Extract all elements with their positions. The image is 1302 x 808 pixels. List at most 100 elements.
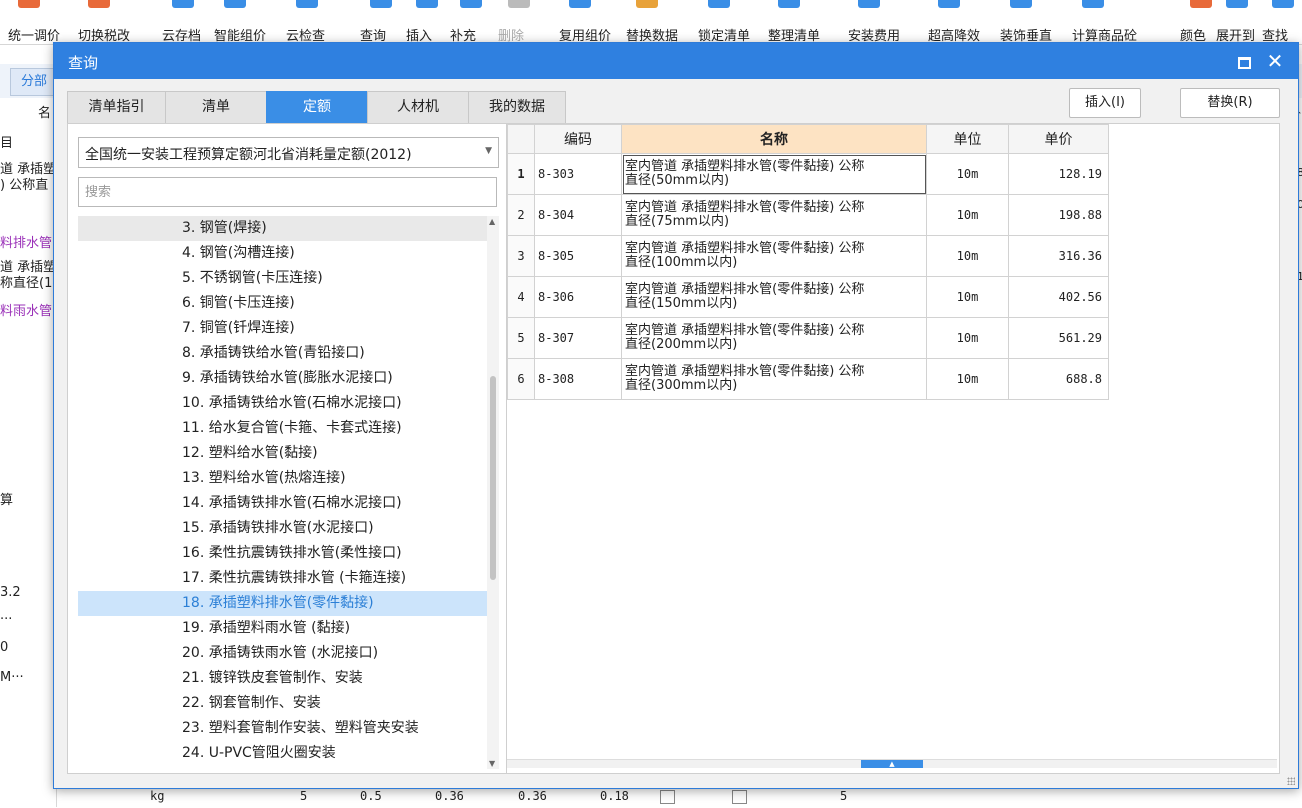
tree-item[interactable]: 23. 塑料套管制作安装、塑料管夹安装 (78, 716, 487, 741)
tab-5[interactable]: 我的数据 (468, 91, 566, 124)
quota-code-cell[interactable]: 8-304 (534, 194, 622, 236)
quota-price-cell[interactable]: 198.88 (1008, 194, 1109, 236)
row-number: 3 (507, 235, 535, 277)
scroll-up-icon[interactable]: ▲ (489, 217, 495, 226)
quota-name-line1: 室内管道 承插塑料排水管(零件黏接) 公称 (625, 364, 865, 379)
tree-item[interactable]: 12. 塑料给水管(黏接) (78, 441, 487, 466)
quota-price-cell[interactable]: 128.19 (1008, 153, 1109, 195)
tree-item[interactable]: 9. 承插铸铁给水管(膨胀水泥接口) (78, 366, 487, 391)
quota-name-cell[interactable]: 室内管道 承插塑料排水管(零件黏接) 公称 直径(300mm以内) (621, 358, 927, 400)
table-row[interactable]: 3 8-305 室内管道 承插塑料排水管(零件黏接) 公称 直径(100mm以内) 10… (507, 235, 1109, 277)
toolbar-icon-16 (1010, 0, 1032, 8)
insert-button[interactable]: 插入(I) (1069, 88, 1141, 118)
tree-item[interactable]: 18. 承插塑料排水管(零件黏接) (78, 591, 487, 616)
row-number: 5 (507, 317, 535, 359)
tree-item[interactable]: 22. 钢套管制作、安装 (78, 691, 487, 716)
quota-code-cell[interactable]: 8-305 (534, 235, 622, 277)
tree-item[interactable]: 16. 柔性抗震铸铁排水管(柔性接口) (78, 541, 487, 566)
quota-unit-cell[interactable]: 10m (926, 358, 1009, 400)
quota-name-line2: 直径(300mm以内) (625, 378, 738, 393)
column-header-price[interactable]: 单价 (1008, 124, 1109, 154)
tree-item[interactable]: 6. 铜管(卡压连接) (78, 291, 487, 316)
quota-price-cell[interactable]: 402.56 (1008, 276, 1109, 318)
quota-price-cell[interactable]: 561.29 (1008, 317, 1109, 359)
tree-item[interactable]: 3. 钢管(焊接) (78, 216, 487, 241)
quota-unit-cell[interactable]: 10m (926, 153, 1009, 195)
table-row[interactable]: 1 8-303 室内管道 承插塑料排水管(零件黏接) 公称 直径(50mm以内) 10m… (507, 153, 1109, 195)
quota-code-cell[interactable]: 8-307 (534, 317, 622, 359)
scroll-down-icon[interactable]: ▼ (489, 759, 495, 768)
tab-4[interactable]: 人材机 (367, 91, 469, 124)
scrollbar-thumb[interactable]: ▲ (861, 760, 923, 768)
tree-item[interactable]: 24. U-PVC管阻火圈安装 (78, 741, 487, 766)
search-input[interactable] (78, 177, 497, 207)
column-header-unit[interactable]: 单位 (926, 124, 1009, 154)
tab-fenbu[interactable]: 分部 (10, 68, 58, 96)
tree-item[interactable]: 14. 承插铸铁排水管(石棉水泥接口) (78, 491, 487, 516)
tree-item[interactable]: 5. 不锈钢管(卡压连接) (78, 266, 487, 291)
tree-item[interactable]: 11. 给水复合管(卡箍、卡套式连接) (78, 416, 487, 441)
tree-item[interactable]: 19. 承插塑料雨水管 (黏接) (78, 616, 487, 641)
tree-item-label: 5. 不锈钢管(卡压连接) (182, 270, 323, 286)
resize-grip-icon[interactable] (1287, 777, 1295, 785)
grid-horizontal-scrollbar[interactable]: ▲ (507, 759, 1277, 768)
quota-code-cell[interactable]: 8-306 (534, 276, 622, 318)
tree-item[interactable]: 8. 承插铸铁给水管(青铅接口) (78, 341, 487, 366)
toolbar-icon-1 (18, 0, 40, 8)
tree-item-label: 4. 钢管(沟槽连接) (182, 245, 295, 261)
quota-name-cell[interactable]: 室内管道 承插塑料排水管(零件黏接) 公称 直径(50mm以内) (621, 153, 927, 195)
scrollbar-thumb[interactable] (490, 376, 496, 580)
table-row[interactable]: 4 8-306 室内管道 承插塑料排水管(零件黏接) 公称 直径(150mm以内) 10… (507, 276, 1109, 318)
tree-item-label: 24. U-PVC管阻火圈安装 (182, 745, 336, 761)
quota-name-cell[interactable]: 室内管道 承插塑料排水管(零件黏接) 公称 直径(200mm以内) (621, 317, 927, 359)
toolbar-icon-6 (370, 0, 392, 8)
tree-item[interactable]: 4. 钢管(沟槽连接) (78, 241, 487, 266)
column-header-name[interactable]: 名称 (621, 124, 927, 154)
tab-3[interactable]: 定额 (266, 91, 368, 124)
quota-library-select[interactable]: 全国统一安装工程预算定额河北省消耗量定额(2012) ▼ (78, 137, 499, 168)
table-row[interactable]: 6 8-308 室内管道 承插塑料排水管(零件黏接) 公称 直径(300mm以内) 10… (507, 358, 1109, 400)
tree-item[interactable]: 17. 柔性抗震铸铁排水管 (卡箍连接) (78, 566, 487, 591)
quota-name-cell[interactable]: 室内管道 承插塑料排水管(零件黏接) 公称 直径(75mm以内) (621, 194, 927, 236)
checkbox[interactable] (732, 790, 747, 804)
quota-price-cell[interactable]: 688.8 (1008, 358, 1109, 400)
quota-code-cell[interactable]: 8-303 (534, 153, 622, 195)
background-bottom-row: kg 5 0.5 0.36 0.36 0.18 5 (130, 786, 850, 808)
quota-code-cell[interactable]: 8-308 (534, 358, 622, 400)
tree-item-label: 12. 塑料给水管(黏接) (182, 445, 318, 461)
quota-name-cell[interactable]: 室内管道 承插塑料排水管(零件黏接) 公称 直径(150mm以内) (621, 276, 927, 318)
row-number: 4 (507, 276, 535, 318)
tree-item-label: 13. 塑料给水管(热熔连接) (182, 470, 346, 486)
main-toolbar: 统一调价 切换税改 云存档 智能组价 云检查 查询 插入 补充 删除 复用组价 替换数据 锁定清单 整理… (0, 0, 1302, 45)
tree-scrollbar[interactable]: ▲ ▼ (487, 216, 499, 769)
chevron-down-icon: ▼ (485, 146, 492, 156)
tab-2[interactable]: 清单 (165, 91, 267, 124)
background-cell-text: 算 (0, 493, 14, 508)
dialog-title: 查询 (68, 54, 99, 72)
tree-item[interactable]: 13. 塑料给水管(热熔连接) (78, 466, 487, 491)
tree-item[interactable]: 21. 镀锌铁皮套管制作、安装 (78, 666, 487, 691)
quota-price-cell[interactable]: 316.36 (1008, 235, 1109, 277)
column-header-code[interactable]: 编码 (534, 124, 622, 154)
tab-1[interactable]: 清单指引 (67, 91, 166, 124)
table-row[interactable]: 5 8-307 室内管道 承插塑料排水管(零件黏接) 公称 直径(200mm以内) 10… (507, 317, 1109, 359)
quota-name-cell[interactable]: 室内管道 承插塑料排水管(零件黏接) 公称 直径(100mm以内) (621, 235, 927, 277)
row-number-header (507, 124, 535, 154)
quota-unit-cell[interactable]: 10m (926, 235, 1009, 277)
replace-button[interactable]: 替换(R) (1180, 88, 1280, 118)
tree-item[interactable]: 10. 承插铸铁给水管(石棉水泥接口) (78, 391, 487, 416)
background-cell-text: 0 (0, 640, 9, 655)
quota-unit-cell[interactable]: 10m (926, 194, 1009, 236)
quota-unit-cell[interactable]: 10m (926, 276, 1009, 318)
close-button[interactable]: ✕ (1264, 50, 1286, 72)
tree-item-label: 19. 承插塑料雨水管 (黏接) (182, 620, 351, 636)
maximize-button[interactable] (1234, 52, 1252, 70)
tree-item[interactable]: 15. 承插铸铁排水管(水泥接口) (78, 516, 487, 541)
tree-item-label: 9. 承插铸铁给水管(膨胀水泥接口) (182, 370, 393, 386)
tree-item[interactable]: 7. 铜管(钎焊连接) (78, 316, 487, 341)
tree-item[interactable]: 20. 承插铸铁雨水管 (水泥接口) (78, 641, 487, 666)
toolbar-icon-11 (636, 0, 658, 8)
checkbox[interactable] (660, 790, 675, 804)
quota-unit-cell[interactable]: 10m (926, 317, 1009, 359)
table-row[interactable]: 2 8-304 室内管道 承插塑料排水管(零件黏接) 公称 直径(75mm以内) 10m… (507, 194, 1109, 236)
